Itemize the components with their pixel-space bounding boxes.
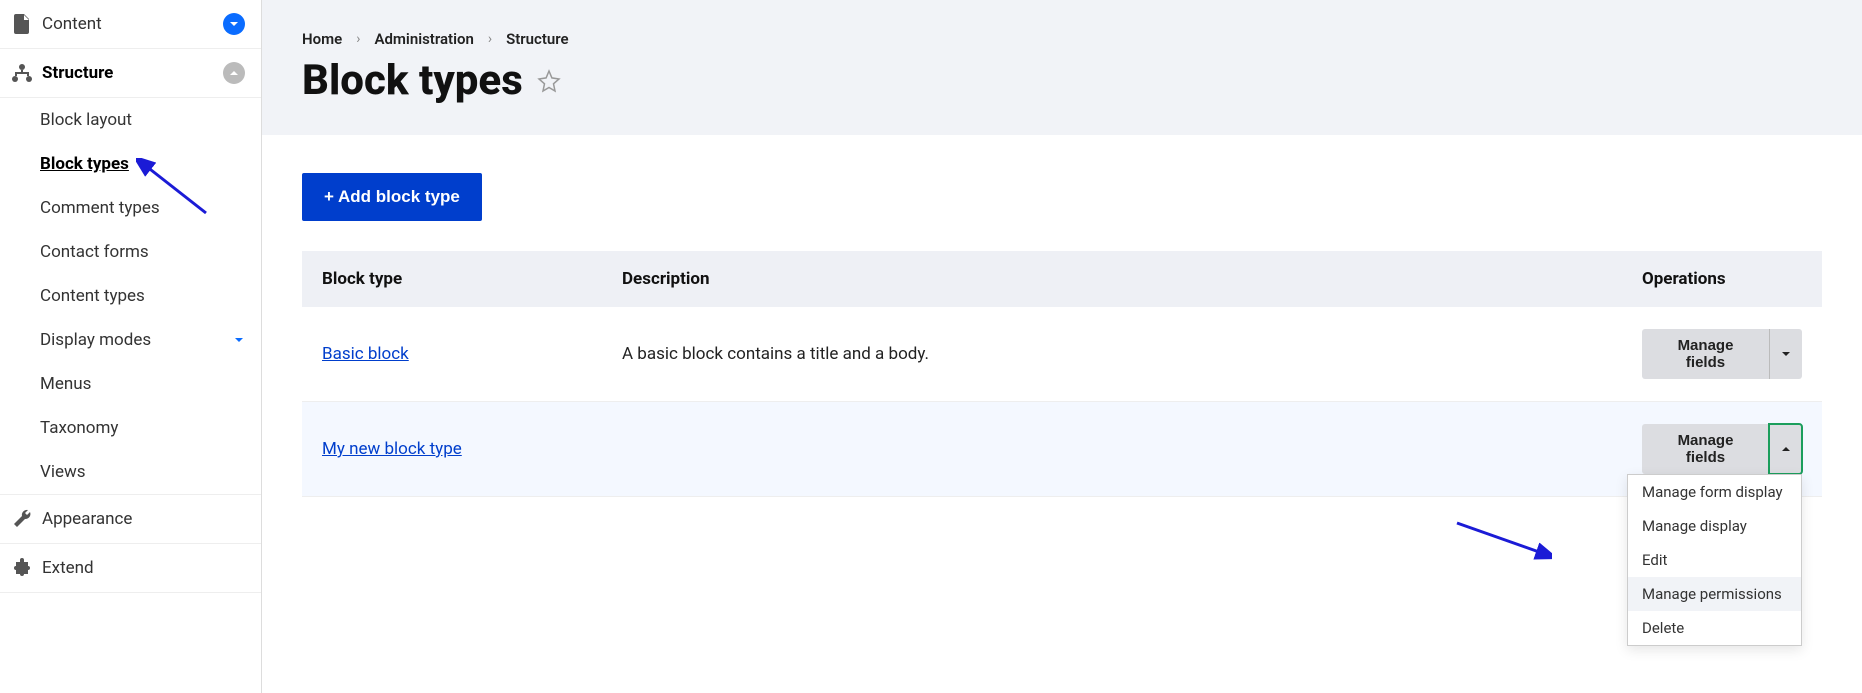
breadcrumb-structure[interactable]: Structure: [506, 30, 569, 48]
operations-dropdown: Manage fields Manage form display Manage…: [1642, 424, 1802, 474]
chevron-right-icon: ›: [488, 31, 492, 47]
sub-item-display-modes[interactable]: Display modes: [0, 318, 261, 362]
nav-item-content[interactable]: Content: [0, 0, 261, 49]
page-title-row: Block types: [302, 56, 1822, 105]
dropdown-toggle-button[interactable]: [1769, 329, 1802, 379]
manage-fields-button[interactable]: Manage fields: [1642, 424, 1769, 474]
th-operations: Operations: [1622, 251, 1822, 307]
table-header-row: Block type Description Operations: [302, 251, 1822, 307]
menu-edit[interactable]: Edit: [1628, 543, 1801, 577]
sub-item-menus[interactable]: Menus: [0, 362, 261, 406]
nav-item-appearance[interactable]: Appearance: [0, 494, 261, 544]
menu-manage-display[interactable]: Manage display: [1628, 509, 1801, 543]
manage-fields-button[interactable]: Manage fields: [1642, 329, 1769, 379]
th-description: Description: [602, 251, 1622, 307]
breadcrumb-home[interactable]: Home: [302, 30, 342, 48]
nav-label: Structure: [42, 63, 223, 83]
block-types-table: Block type Description Operations Basic …: [302, 251, 1822, 497]
block-type-link[interactable]: Basic block: [322, 344, 409, 364]
breadcrumb-administration[interactable]: Administration: [374, 30, 473, 48]
sub-item-content-types[interactable]: Content types: [0, 274, 261, 318]
hierarchy-icon: [10, 61, 34, 85]
chevron-right-icon: ›: [356, 31, 360, 47]
block-type-desc: A basic block contains a title and a bod…: [622, 344, 929, 364]
chevron-down-icon: [233, 334, 245, 346]
nav-label: Appearance: [42, 509, 245, 529]
breadcrumbs: Home › Administration › Structure: [302, 30, 1822, 48]
dropdown-toggle-button[interactable]: [1769, 424, 1802, 474]
chevron-up-icon: [223, 62, 245, 84]
menu-manage-permissions[interactable]: Manage permissions: [1628, 577, 1801, 611]
structure-submenu: Block layout Block types Comment types C…: [0, 98, 261, 494]
sub-item-block-types[interactable]: Block types: [0, 142, 261, 186]
sub-item-comment-types[interactable]: Comment types: [0, 186, 261, 230]
sub-item-taxonomy[interactable]: Taxonomy: [0, 406, 261, 450]
puzzle-icon: [10, 556, 34, 580]
file-icon: [10, 12, 34, 36]
chevron-down-icon: [1780, 348, 1792, 360]
chevron-up-icon: [1780, 443, 1792, 455]
sub-item-contact-forms[interactable]: Contact forms: [0, 230, 261, 274]
block-type-link[interactable]: My new block type: [322, 439, 462, 459]
sub-item-views[interactable]: Views: [0, 450, 261, 494]
th-block-type: Block type: [302, 251, 602, 307]
menu-manage-form-display[interactable]: Manage form display: [1628, 475, 1801, 509]
page-title: Block types: [302, 56, 523, 105]
operations-dropdown: Manage fields: [1642, 329, 1802, 379]
header-region: Home › Administration › Structure Block …: [262, 0, 1862, 135]
sidebar: Content Structure Block layout Block typ…: [0, 0, 262, 693]
menu-delete[interactable]: Delete: [1628, 611, 1801, 645]
table-row: My new block type Manage fields Manage f…: [302, 402, 1822, 497]
nav-label: Content: [42, 14, 223, 34]
chevron-down-icon: [223, 13, 245, 35]
add-block-type-button[interactable]: + Add block type: [302, 173, 482, 221]
nav-item-structure[interactable]: Structure: [0, 49, 261, 98]
nav-item-extend[interactable]: Extend: [0, 544, 261, 593]
nav-label: Extend: [42, 558, 245, 578]
sub-item-block-layout[interactable]: Block layout: [0, 98, 261, 142]
content-region: + Add block type Block type Description …: [262, 135, 1862, 693]
table-row: Basic block A basic block contains a tit…: [302, 307, 1822, 402]
wrench-icon: [10, 507, 34, 531]
operations-menu: Manage form display Manage display Edit …: [1627, 474, 1802, 646]
main-content: Home › Administration › Structure Block …: [262, 0, 1862, 693]
star-icon[interactable]: [537, 69, 561, 93]
